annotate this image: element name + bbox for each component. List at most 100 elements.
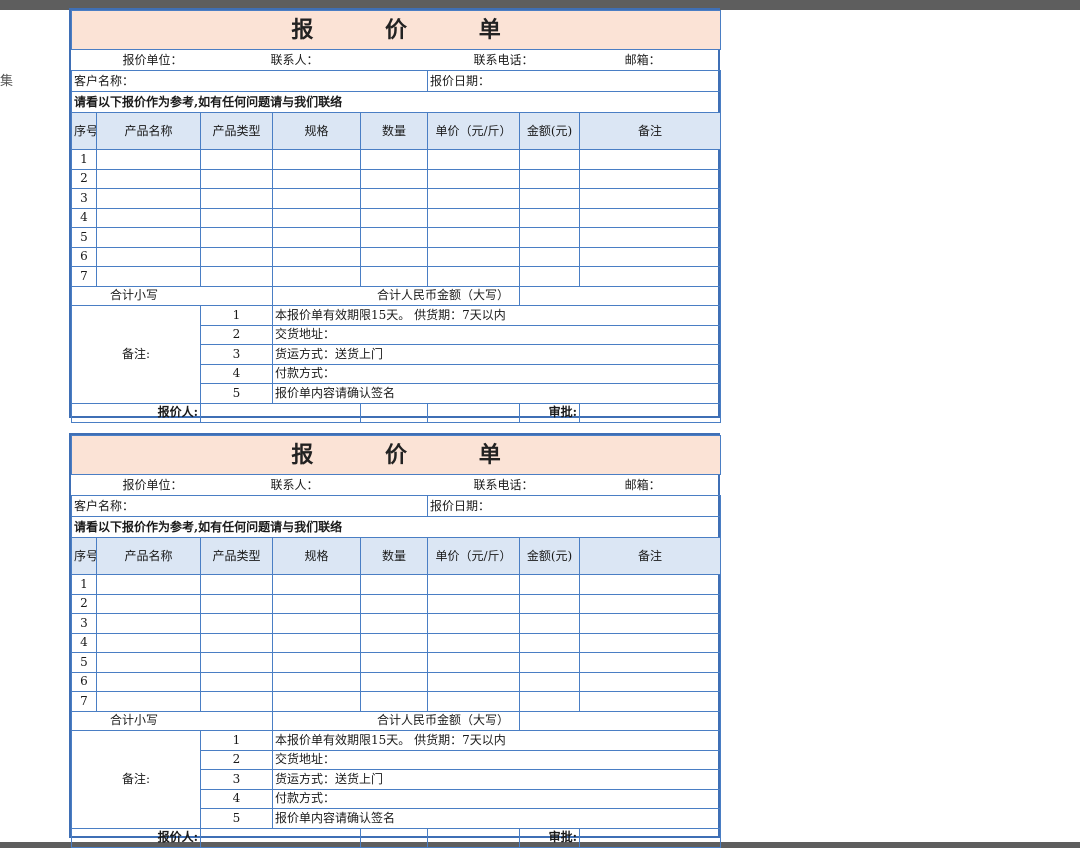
- cell-amount[interactable]: [519, 149, 580, 170]
- cell-unit-price[interactable]: [427, 207, 520, 228]
- cell-remarks[interactable]: [578, 593, 722, 614]
- cell-quantity[interactable]: [360, 613, 428, 634]
- cell-product-name[interactable]: [96, 632, 201, 653]
- cell-remarks[interactable]: [578, 149, 722, 170]
- cell-product-type[interactable]: [200, 188, 273, 209]
- cell-spec[interactable]: [272, 168, 361, 189]
- cell-product-type[interactable]: [200, 652, 273, 673]
- cell-spec[interactable]: [272, 246, 361, 267]
- cell-amount[interactable]: [519, 188, 580, 209]
- cell-product-name[interactable]: [96, 246, 201, 267]
- quoter-value[interactable]: [200, 827, 361, 848]
- cell-amount[interactable]: [519, 671, 580, 692]
- cell-product-type[interactable]: [200, 613, 273, 634]
- cell-quantity[interactable]: [360, 574, 428, 595]
- cell-quantity[interactable]: [360, 227, 428, 248]
- cell-amount[interactable]: [519, 613, 580, 634]
- cell-unit-price[interactable]: [427, 632, 520, 653]
- quoter-value[interactable]: [200, 402, 361, 423]
- signature-cell[interactable]: [427, 827, 520, 848]
- cell-spec[interactable]: [272, 613, 361, 634]
- cell-remarks[interactable]: [578, 691, 722, 712]
- cell-product-type[interactable]: [200, 149, 273, 170]
- cell-amount[interactable]: [519, 266, 580, 287]
- cell-spec[interactable]: [272, 574, 361, 595]
- cell-unit-price[interactable]: [427, 266, 520, 287]
- cell-spec[interactable]: [272, 227, 361, 248]
- cell-remarks[interactable]: [578, 671, 722, 692]
- cell-quantity[interactable]: [360, 593, 428, 614]
- cell-product-name[interactable]: [96, 671, 201, 692]
- cell-product-type[interactable]: [200, 207, 273, 228]
- cell-quantity[interactable]: [360, 652, 428, 673]
- cell-unit-price[interactable]: [427, 246, 520, 267]
- cell-remarks[interactable]: [578, 652, 722, 673]
- cell-amount[interactable]: [519, 227, 580, 248]
- cell-spec[interactable]: [272, 593, 361, 614]
- cell-remarks[interactable]: [578, 632, 722, 653]
- cell-product-name[interactable]: [96, 266, 201, 287]
- signature-cell[interactable]: [427, 402, 520, 423]
- cell-unit-price[interactable]: [427, 613, 520, 634]
- cell-quantity[interactable]: [360, 691, 428, 712]
- cell-remarks[interactable]: [578, 207, 722, 228]
- cell-unit-price[interactable]: [427, 574, 520, 595]
- cell-spec[interactable]: [272, 188, 361, 209]
- cell-amount[interactable]: [519, 652, 580, 673]
- cell-product-name[interactable]: [96, 188, 201, 209]
- cell-quantity[interactable]: [360, 246, 428, 267]
- cell-amount[interactable]: [519, 574, 580, 595]
- cell-quantity[interactable]: [360, 149, 428, 170]
- cell-amount[interactable]: [519, 246, 580, 267]
- cell-remarks[interactable]: [578, 574, 722, 595]
- cell-product-type[interactable]: [200, 266, 273, 287]
- cell-quantity[interactable]: [360, 188, 428, 209]
- cell-product-name[interactable]: [96, 652, 201, 673]
- cell-amount[interactable]: [519, 691, 580, 712]
- cell-product-type[interactable]: [200, 246, 273, 267]
- total-big-value[interactable]: [518, 285, 722, 306]
- cell-product-type[interactable]: [200, 691, 273, 712]
- cell-product-type[interactable]: [200, 227, 273, 248]
- cell-quantity[interactable]: [360, 632, 428, 653]
- cell-product-type[interactable]: [200, 632, 273, 653]
- cell-quantity[interactable]: [360, 168, 428, 189]
- cell-spec[interactable]: [272, 691, 361, 712]
- cell-product-name[interactable]: [96, 168, 201, 189]
- cell-unit-price[interactable]: [427, 168, 520, 189]
- cell-spec[interactable]: [272, 149, 361, 170]
- cell-quantity[interactable]: [360, 671, 428, 692]
- cell-unit-price[interactable]: [427, 652, 520, 673]
- cell-remarks[interactable]: [578, 168, 722, 189]
- cell-spec[interactable]: [272, 671, 361, 692]
- cell-unit-price[interactable]: [427, 671, 520, 692]
- cell-unit-price[interactable]: [427, 149, 520, 170]
- cell-remarks[interactable]: [578, 246, 722, 267]
- approver-value[interactable]: [578, 827, 722, 848]
- signature-cell[interactable]: [360, 402, 428, 423]
- cell-quantity[interactable]: [360, 266, 428, 287]
- cell-product-type[interactable]: [200, 593, 273, 614]
- cell-unit-price[interactable]: [427, 593, 520, 614]
- cell-spec[interactable]: [272, 207, 361, 228]
- cell-product-name[interactable]: [96, 574, 201, 595]
- cell-remarks[interactable]: [578, 613, 722, 634]
- cell-product-name[interactable]: [96, 593, 201, 614]
- cell-remarks[interactable]: [578, 227, 722, 248]
- cell-product-name[interactable]: [96, 207, 201, 228]
- cell-spec[interactable]: [272, 652, 361, 673]
- cell-unit-price[interactable]: [427, 188, 520, 209]
- cell-unit-price[interactable]: [427, 227, 520, 248]
- cell-product-type[interactable]: [200, 168, 273, 189]
- cell-spec[interactable]: [272, 266, 361, 287]
- cell-remarks[interactable]: [578, 266, 722, 287]
- signature-cell[interactable]: [360, 827, 428, 848]
- cell-product-type[interactable]: [200, 671, 273, 692]
- cell-amount[interactable]: [519, 168, 580, 189]
- cell-spec[interactable]: [272, 632, 361, 653]
- cell-product-name[interactable]: [96, 227, 201, 248]
- approver-value[interactable]: [578, 402, 722, 423]
- cell-product-name[interactable]: [96, 149, 201, 170]
- cell-product-type[interactable]: [200, 574, 273, 595]
- cell-amount[interactable]: [519, 593, 580, 614]
